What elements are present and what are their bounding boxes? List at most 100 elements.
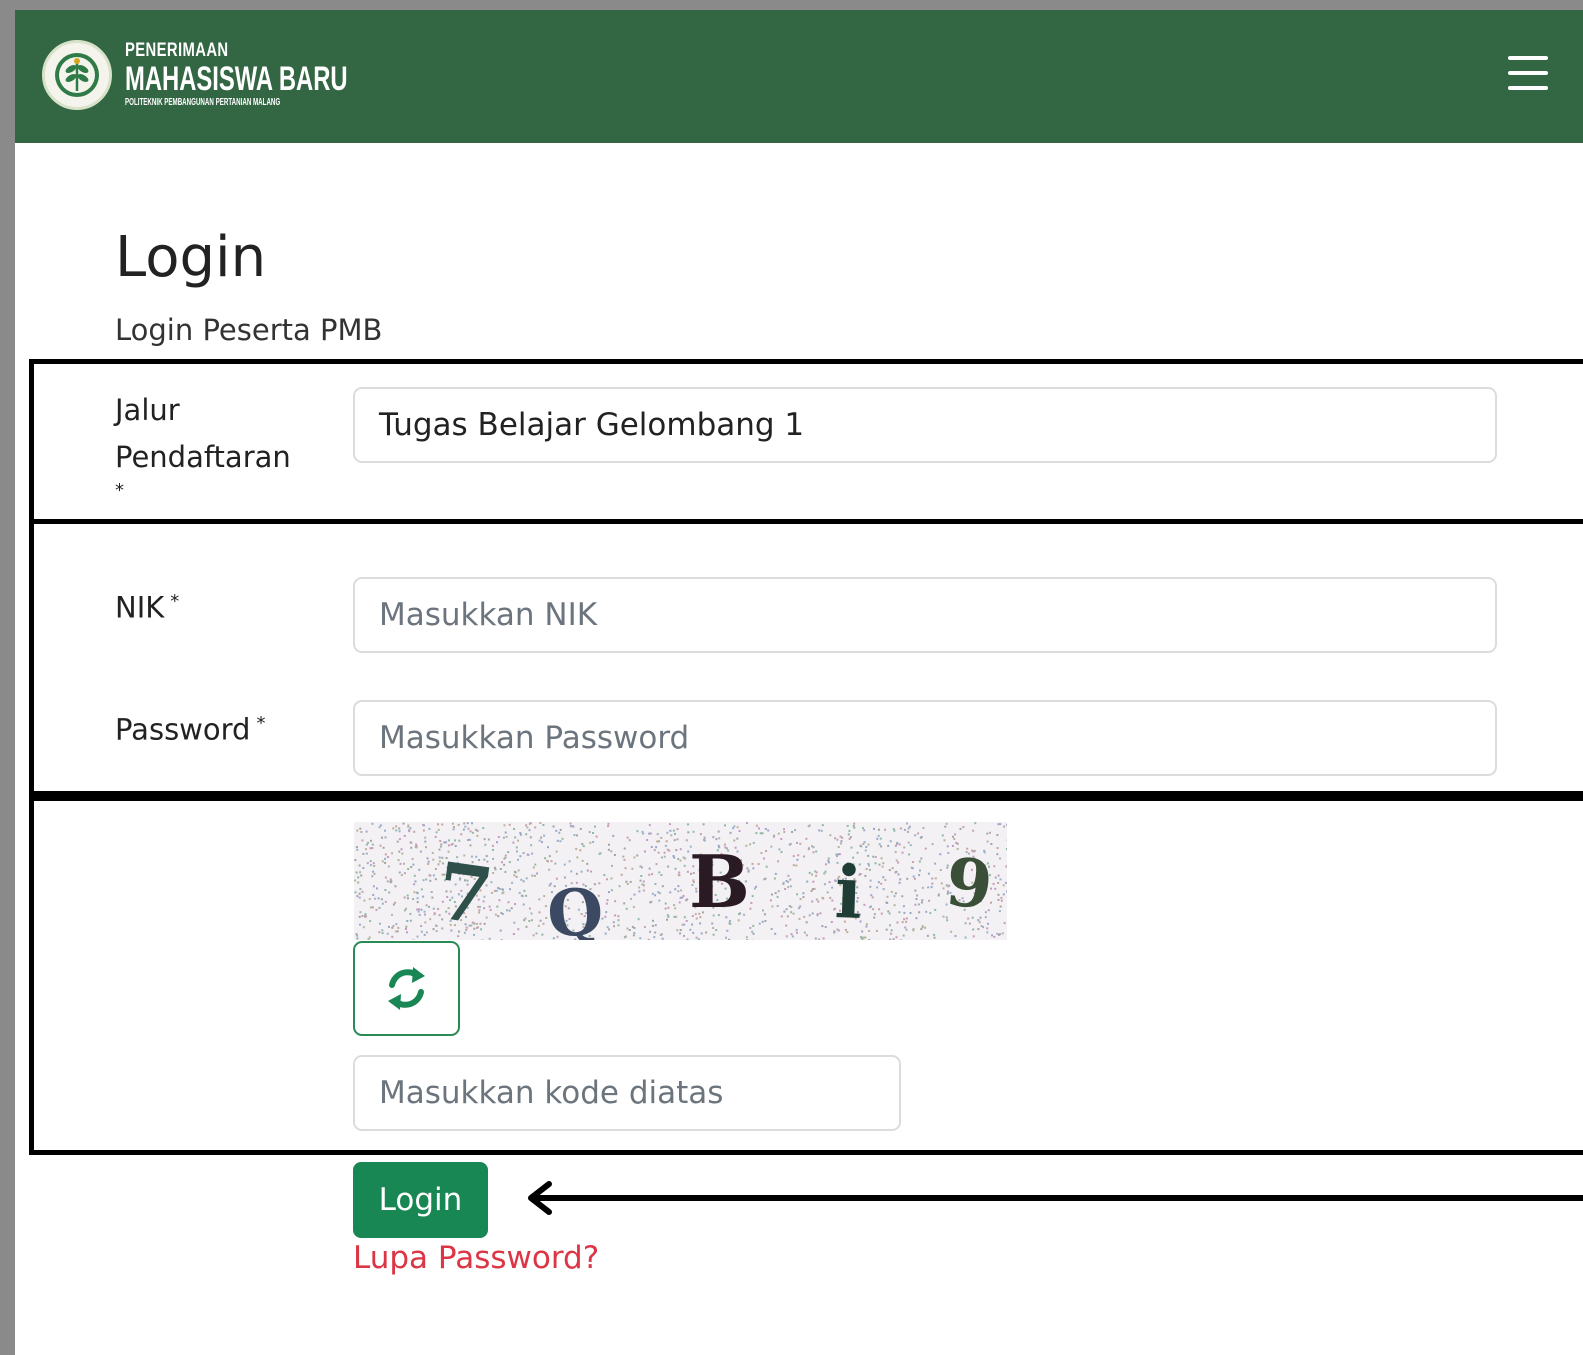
captcha-noise	[920, 928, 923, 931]
captcha-noise	[528, 829, 531, 832]
captcha-noise	[746, 822, 748, 825]
captcha-noise	[873, 916, 876, 919]
captcha-noise	[812, 880, 815, 883]
logo[interactable]	[42, 40, 112, 110]
captcha-noise	[908, 825, 911, 828]
captcha-noise	[642, 884, 645, 887]
captcha-noise	[916, 894, 919, 897]
captcha-noise	[603, 874, 606, 876]
captcha-noise	[638, 890, 641, 893]
captcha-noise	[514, 903, 517, 905]
captcha-noise	[389, 878, 392, 881]
captcha-noise	[413, 891, 416, 894]
password-input[interactable]	[353, 700, 1497, 776]
captcha-input[interactable]	[353, 1055, 901, 1131]
captcha-noise	[822, 937, 825, 940]
captcha-noise	[959, 827, 962, 830]
captcha-noise	[934, 877, 937, 880]
captcha-noise	[677, 885, 680, 888]
captcha-noise	[413, 874, 416, 877]
captcha-noise	[878, 908, 881, 911]
captcha-noise	[613, 925, 615, 928]
captcha-noise	[384, 836, 387, 839]
captcha-noise	[612, 921, 615, 924]
captcha-noise	[789, 878, 792, 881]
captcha-noise	[367, 841, 370, 844]
captcha-noise	[853, 822, 856, 825]
captcha-noise	[864, 849, 867, 852]
captcha-noise	[1000, 896, 1003, 899]
captcha-noise	[898, 843, 901, 846]
captcha-noise	[929, 912, 932, 915]
captcha-noise	[783, 828, 785, 831]
captcha-noise	[526, 853, 529, 856]
captcha-noise	[539, 822, 542, 824]
captcha-noise	[829, 896, 832, 899]
hamburger-menu-icon[interactable]	[1508, 54, 1552, 92]
brand-title[interactable]: MAHASISWA BARU	[125, 60, 348, 99]
captcha-noise	[552, 825, 555, 828]
captcha-noise	[412, 898, 415, 901]
captcha-noise	[986, 840, 989, 843]
captcha-noise	[998, 933, 1000, 936]
refresh-icon	[388, 967, 425, 1010]
captcha-noise	[917, 903, 920, 906]
captcha-noise	[814, 937, 817, 940]
captcha-noise	[906, 877, 909, 880]
captcha-noise	[356, 895, 359, 898]
captcha-noise	[531, 874, 534, 877]
nik-input[interactable]	[353, 577, 1497, 653]
captcha-noise	[654, 931, 657, 934]
captcha-noise	[510, 907, 513, 910]
captcha-noise	[629, 880, 632, 883]
captcha-noise	[678, 874, 681, 877]
captcha-noise	[759, 832, 762, 835]
captcha-noise	[641, 830, 644, 833]
captcha-noise	[463, 822, 466, 825]
forgot-password-link[interactable]: Lupa Password?	[353, 1240, 599, 1276]
captcha-noise	[811, 873, 813, 876]
captcha-noise	[726, 929, 729, 932]
captcha-noise	[815, 898, 818, 901]
captcha-noise	[903, 846, 906, 849]
captcha-noise	[777, 890, 780, 893]
captcha-noise	[417, 910, 420, 913]
captcha-noise	[369, 860, 372, 863]
captcha-noise	[758, 827, 760, 830]
captcha-noise	[940, 882, 943, 885]
captcha-noise	[570, 870, 573, 873]
captcha-noise	[825, 863, 827, 866]
captcha-noise	[661, 885, 664, 888]
refresh-captcha-button[interactable]	[353, 941, 460, 1036]
captcha-noise	[880, 912, 883, 915]
captcha-noise	[896, 843, 899, 845]
nik-required-mark: *	[170, 591, 180, 612]
captcha-noise	[458, 839, 461, 842]
captcha-noise	[538, 898, 541, 901]
captcha-noise	[387, 865, 390, 868]
jalur-pendaftaran-select[interactable]: Tugas Belajar Gelombang 1	[353, 387, 1497, 463]
captcha-noise	[658, 892, 661, 895]
captcha-noise	[1002, 884, 1005, 887]
captcha-noise	[638, 886, 641, 889]
page-title: Login	[115, 225, 267, 290]
captcha-noise	[492, 848, 494, 851]
captcha-noise	[728, 938, 731, 941]
captcha-noise	[683, 934, 685, 937]
captcha-noise	[504, 854, 507, 857]
captcha-noise	[683, 923, 686, 926]
leaf-emblem-icon	[55, 53, 99, 97]
login-button[interactable]: Login	[353, 1162, 488, 1238]
captcha-noise	[798, 917, 801, 920]
captcha-noise	[934, 908, 937, 911]
captcha-noise	[534, 874, 536, 877]
captcha-noise	[891, 867, 894, 870]
captcha-char: Q	[545, 874, 606, 940]
captcha-noise	[355, 871, 358, 874]
captcha-noise	[889, 924, 891, 927]
captcha-noise	[418, 913, 421, 916]
captcha-noise	[666, 831, 669, 834]
captcha-noise	[398, 827, 401, 830]
captcha-noise	[388, 891, 391, 894]
captcha-noise	[676, 838, 679, 841]
